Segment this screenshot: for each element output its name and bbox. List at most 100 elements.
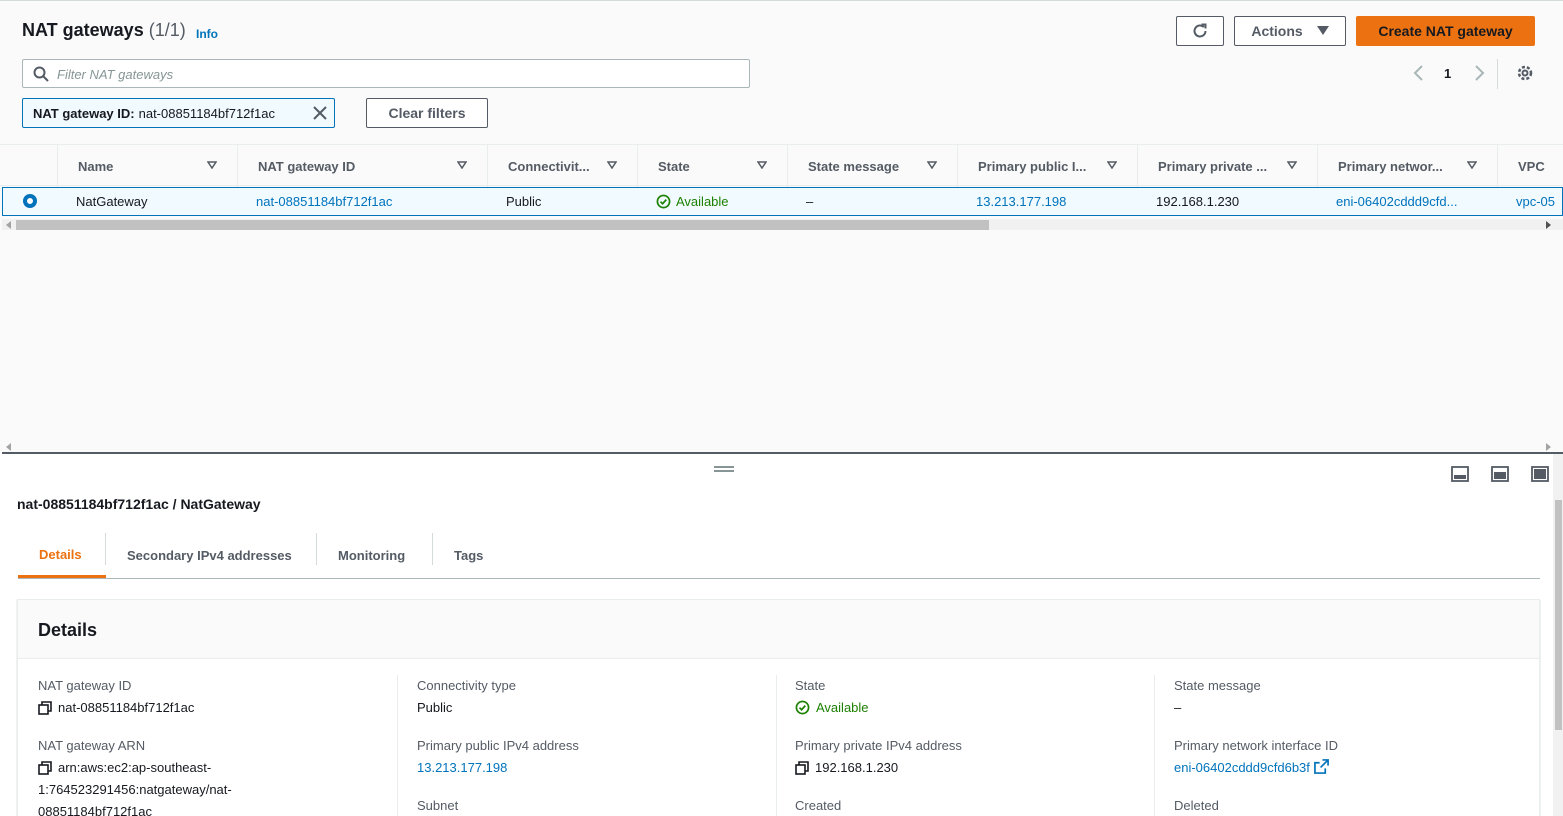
primary-network-interface-label: Primary network interface ID bbox=[1174, 738, 1338, 753]
nat-gateway-arn-value: arn:aws:ec2:ap-southeast- bbox=[38, 757, 211, 779]
column-label: State bbox=[658, 158, 690, 174]
item-count: (1/1) bbox=[148, 20, 186, 40]
nat-gateway-id-value: nat-08851184bf712f1ac bbox=[38, 697, 194, 719]
row-select-radio[interactable] bbox=[23, 194, 37, 208]
column-divider bbox=[397, 675, 398, 816]
details-heading: Details bbox=[38, 620, 98, 640]
column-divider bbox=[1154, 675, 1155, 816]
horizontal-scrollbar-thumb[interactable] bbox=[16, 220, 989, 230]
cell-private-ip: 192.168.1.230 bbox=[1156, 194, 1240, 209]
detail-tabs: Details Secondary IPv4 addresses Monitor… bbox=[18, 533, 1540, 579]
column-label: Name bbox=[78, 158, 114, 174]
create-nat-gateway-button[interactable]: Create NAT gateway bbox=[1356, 16, 1535, 46]
refresh-button[interactable] bbox=[1176, 16, 1224, 46]
external-link-icon[interactable] bbox=[1313, 759, 1329, 774]
chevron-left-icon[interactable] bbox=[1410, 63, 1428, 83]
search-input[interactable] bbox=[57, 64, 737, 84]
tab-details[interactable]: Details bbox=[18, 533, 106, 578]
gear-icon[interactable] bbox=[1515, 63, 1535, 83]
nat-gateway-id-label: NAT gateway ID bbox=[38, 678, 132, 693]
panel-side-layout-icon[interactable] bbox=[1491, 466, 1509, 482]
column-header-nat-gateway-id[interactable]: NAT gateway ID bbox=[237, 145, 487, 187]
details-header: Details bbox=[18, 600, 1539, 659]
column-label: State message bbox=[808, 158, 900, 174]
filter-token: NAT gateway ID: nat-08851184bf712f1ac bbox=[22, 98, 335, 128]
table-row[interactable]: NatGateway nat-08851184bf712f1ac Public … bbox=[2, 187, 1563, 216]
tab-secondary-ipv4-addresses[interactable]: Secondary IPv4 addresses bbox=[106, 533, 316, 578]
scroll-left-arrow-icon[interactable] bbox=[6, 221, 11, 229]
clear-filters-button[interactable]: Clear filters bbox=[366, 98, 488, 128]
column-label: Primary private ... bbox=[1158, 158, 1268, 174]
actions-label: Actions bbox=[1251, 23, 1303, 39]
drag-handle-icon[interactable] bbox=[714, 466, 734, 472]
column-header-name[interactable]: Name bbox=[57, 145, 237, 187]
filter-token-key: NAT gateway ID: bbox=[33, 105, 135, 121]
deleted-label: Deleted bbox=[1174, 798, 1219, 813]
page-title-text: NAT gateways bbox=[22, 20, 144, 40]
actions-button[interactable]: Actions bbox=[1234, 16, 1346, 46]
connectivity-type-label: Connectivity type bbox=[417, 678, 516, 693]
table-header: Name NAT gateway ID Connectivit... State… bbox=[0, 144, 1563, 187]
current-page-number[interactable]: 1 bbox=[1444, 66, 1451, 81]
scroll-right-arrow-icon[interactable] bbox=[1546, 443, 1551, 451]
details-container: Details NAT gateway ID nat-08851184bf712… bbox=[17, 599, 1540, 816]
cell-state: Available bbox=[656, 188, 786, 215]
sort-caret-icon bbox=[1107, 161, 1117, 169]
state-text: Available bbox=[816, 700, 869, 715]
detail-panel-title: nat-08851184bf712f1ac / NatGateway bbox=[17, 496, 261, 512]
column-label: Connectivit... bbox=[508, 158, 590, 174]
cell-connectivity: Public bbox=[506, 194, 542, 209]
nat-gateway-arn-label: NAT gateway ARN bbox=[38, 738, 146, 753]
check-circle-icon bbox=[795, 700, 810, 715]
panel-bottom-layout-icon[interactable] bbox=[1451, 466, 1469, 482]
chevron-right-icon[interactable] bbox=[1470, 63, 1488, 83]
scroll-left-arrow-icon[interactable] bbox=[6, 443, 11, 451]
copy-icon[interactable] bbox=[38, 701, 52, 715]
sort-caret-icon bbox=[757, 161, 767, 169]
cell-vpc-link[interactable]: vpc-05 bbox=[1516, 188, 1562, 215]
sort-caret-icon bbox=[1287, 161, 1297, 169]
vertical-scrollbar-thumb[interactable] bbox=[1555, 500, 1562, 730]
filter-token-value: nat-08851184bf712f1ac bbox=[138, 105, 275, 121]
cell-state-message: – bbox=[806, 194, 814, 209]
split-panel-divider[interactable] bbox=[2, 452, 1563, 454]
primary-network-interface-link[interactable]: eni-06402cddd9cfd6b3f bbox=[1174, 757, 1329, 779]
eni-link-text[interactable]: eni-06402cddd9cfd6b3f bbox=[1174, 757, 1310, 779]
copy-icon[interactable] bbox=[38, 761, 52, 775]
created-label: Created bbox=[795, 798, 842, 813]
check-circle-icon bbox=[656, 194, 671, 209]
cell-nat-gateway-id-link[interactable]: nat-08851184bf712f1ac bbox=[256, 188, 486, 215]
column-header-state[interactable]: State bbox=[637, 145, 787, 187]
panel-maximize-layout-icon[interactable] bbox=[1531, 466, 1549, 482]
column-header-vpc[interactable]: VPC bbox=[1497, 145, 1563, 187]
column-label: VPC bbox=[1518, 158, 1545, 174]
cell-public-ip-link[interactable]: 13.213.177.198 bbox=[976, 188, 1136, 215]
info-link[interactable]: Info bbox=[196, 27, 218, 41]
column-header-primary-public-ip[interactable]: Primary public I... bbox=[957, 145, 1137, 187]
tab-tags[interactable]: Tags bbox=[433, 533, 507, 578]
scroll-right-arrow-icon[interactable] bbox=[1546, 221, 1551, 229]
sort-caret-icon bbox=[927, 161, 937, 169]
primary-private-ip-value: 192.168.1.230 bbox=[795, 757, 898, 779]
primary-private-ip-text: 192.168.1.230 bbox=[815, 760, 899, 775]
state-value: Available bbox=[795, 697, 869, 719]
sort-caret-icon bbox=[457, 161, 467, 169]
column-header-primary-network-interface[interactable]: Primary networ... bbox=[1317, 145, 1497, 187]
copy-icon[interactable] bbox=[795, 761, 809, 775]
primary-public-ip-link[interactable]: 13.213.177.198 bbox=[417, 757, 507, 779]
nat-gateway-arn-line: 08851184bf712f1ac bbox=[38, 804, 152, 816]
sort-caret-icon bbox=[607, 161, 617, 169]
nat-gateway-id-text: nat-08851184bf712f1ac bbox=[58, 700, 195, 715]
close-icon[interactable] bbox=[312, 105, 328, 121]
cell-state-text: Available bbox=[676, 194, 729, 209]
page-title: NAT gateways (1/1) bbox=[22, 20, 186, 41]
connectivity-type-value: Public bbox=[417, 700, 453, 715]
column-header-state-message[interactable]: State message bbox=[787, 145, 957, 187]
column-header-connectivity[interactable]: Connectivit... bbox=[487, 145, 637, 187]
state-label: State bbox=[795, 678, 826, 693]
column-divider bbox=[776, 675, 777, 816]
cell-eni-link[interactable]: eni-06402cddd9cfd... bbox=[1336, 188, 1496, 215]
tab-monitoring[interactable]: Monitoring bbox=[317, 533, 433, 578]
column-header-primary-private-ip[interactable]: Primary private ... bbox=[1137, 145, 1317, 187]
search-icon bbox=[33, 66, 49, 82]
